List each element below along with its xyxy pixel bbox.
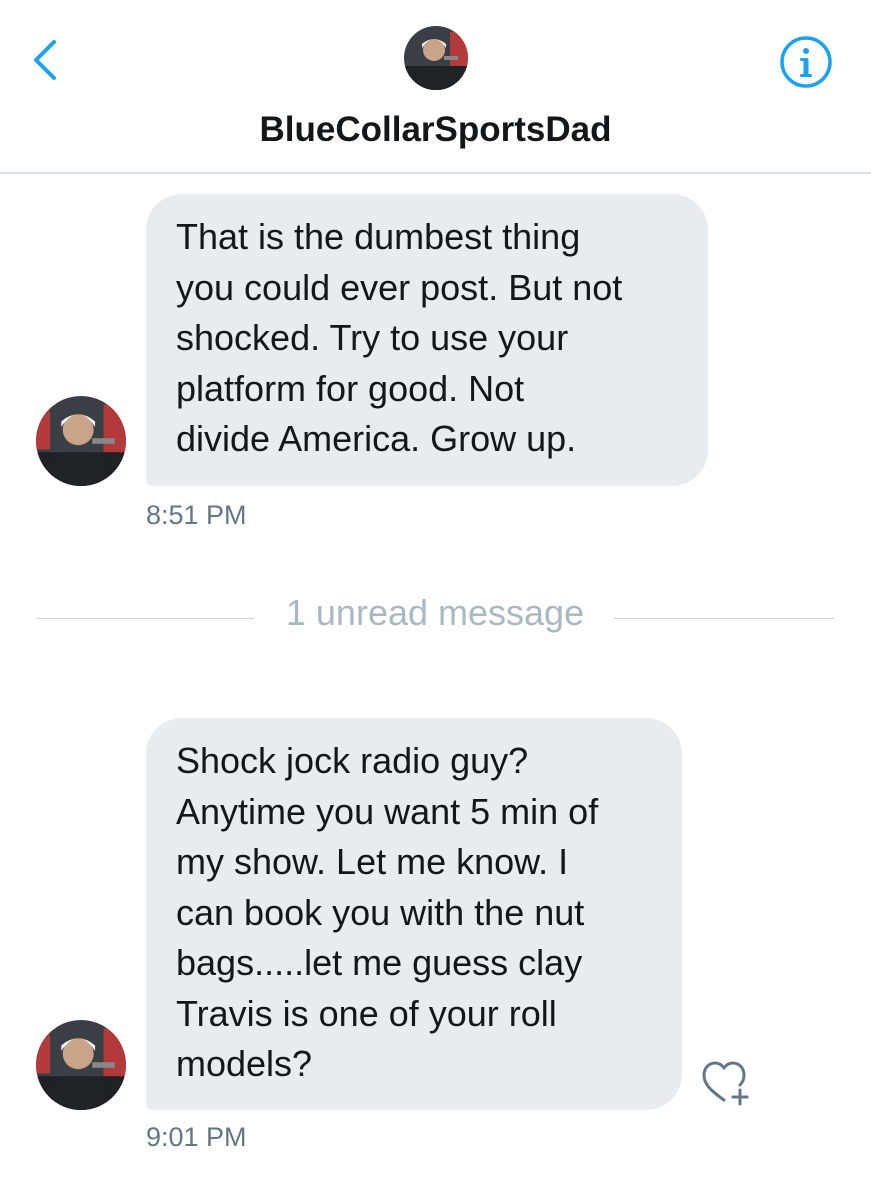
divider-rule bbox=[614, 618, 834, 619]
message-text-line: Anytime you want 5 min of bbox=[176, 790, 599, 832]
message-text-line: That is the dumbest thing bbox=[176, 216, 581, 257]
heart-plus-icon bbox=[702, 1061, 749, 1106]
message-text-line: you could ever post. But not bbox=[176, 266, 623, 308]
header-avatar[interactable] bbox=[404, 26, 468, 90]
message-text-line: Shock jock radio guy? bbox=[176, 740, 529, 781]
message-text-line: my show. Let me know. I bbox=[176, 841, 569, 882]
unread-divider: 1 unread message bbox=[36, 592, 834, 642]
message-timestamp: 9:01 PM bbox=[146, 1122, 247, 1152]
conversation-header: BlueCollarSportsDad bbox=[0, 0, 871, 174]
sender-avatar[interactable] bbox=[36, 396, 126, 486]
message-text-line: can book you with the nut bbox=[176, 891, 585, 933]
message-text-line: platform for good. Not bbox=[176, 367, 525, 409]
message-timestamp: 8:51 PM bbox=[146, 500, 247, 530]
chevron-left-icon bbox=[34, 40, 56, 80]
message-text-line: models? bbox=[176, 1043, 313, 1084]
info-button[interactable] bbox=[778, 34, 834, 90]
message-text-line: shocked. Try to use your bbox=[176, 317, 569, 358]
message-text-line: bags.....let me guess clay bbox=[176, 942, 583, 983]
message-text-line: divide America. Grow up. bbox=[176, 418, 577, 459]
message-bubble[interactable]: That is the dumbest thing you could ever… bbox=[146, 194, 708, 486]
message-text-line: Travis is one of your roll bbox=[176, 992, 557, 1034]
conversation-title: BlueCollarSportsDad bbox=[259, 110, 612, 149]
unread-label: 1 unread message bbox=[285, 592, 585, 633]
back-button[interactable] bbox=[28, 36, 68, 84]
message-bubble[interactable]: Shock jock radio guy? Anytime you want 5… bbox=[146, 718, 682, 1110]
sender-avatar[interactable] bbox=[36, 1020, 126, 1110]
info-circle-icon bbox=[780, 36, 832, 88]
like-button[interactable] bbox=[700, 1058, 756, 1108]
